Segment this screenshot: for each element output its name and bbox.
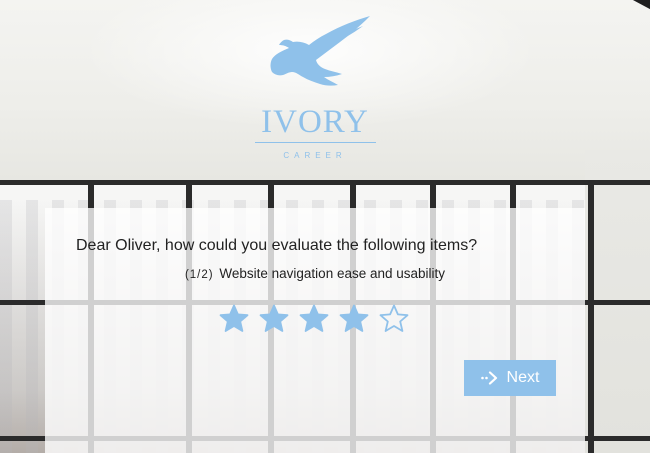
survey-item-label: Website navigation ease and usability — [219, 266, 446, 281]
star-icon — [379, 304, 409, 332]
survey-question: Dear Oliver, how could you evaluate the … — [76, 237, 478, 254]
star-rating — [219, 304, 409, 334]
question-counter: (1/2) — [184, 269, 214, 281]
star-icon — [299, 304, 329, 332]
arrow-right-icon — [480, 371, 497, 385]
eagle-icon — [270, 16, 370, 86]
brand-tagline: CAREER — [283, 151, 347, 160]
rating-star-2[interactable] — [259, 304, 289, 334]
next-button-label: Next — [506, 369, 540, 386]
window-transom — [0, 180, 650, 185]
brand-logo: IVORY CAREER — [250, 14, 380, 164]
rating-star-5[interactable] — [379, 304, 409, 334]
rating-star-4[interactable] — [339, 304, 369, 334]
star-icon — [219, 304, 249, 332]
brand-divider — [255, 142, 376, 143]
survey-item-line: (1/2) Website navigation ease and usabil… — [45, 266, 585, 281]
star-icon — [339, 304, 369, 332]
star-icon — [259, 304, 289, 332]
window-mullion — [588, 180, 594, 453]
rating-star-3[interactable] — [299, 304, 329, 334]
brand-name: IVORY — [261, 104, 369, 140]
survey-card: Dear Oliver, how could you evaluate the … — [45, 208, 585, 453]
rating-star-1[interactable] — [219, 304, 249, 334]
next-button[interactable]: Next — [464, 360, 556, 396]
